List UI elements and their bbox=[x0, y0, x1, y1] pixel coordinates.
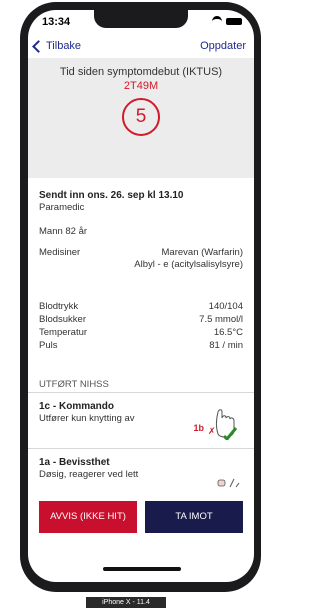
back-button[interactable]: Tilbake bbox=[32, 39, 82, 53]
time-value: 2T49M bbox=[123, 80, 159, 92]
nav-bar: Tilbake Oppdater bbox=[28, 36, 254, 58]
vital-label-glucose: Blodsukker bbox=[39, 314, 86, 325]
action-bar: AVVIS (IKKE HIT) TA IMOT bbox=[28, 493, 254, 541]
svg-text:✗: ✗ bbox=[208, 427, 216, 437]
nihss-item-title: 1a - Bevissthet bbox=[39, 457, 110, 468]
patient-info: Mann 82 år bbox=[39, 226, 88, 237]
vital-value-pulse: 81 / min bbox=[209, 340, 243, 351]
nihss-item-title: 1c - Kommando bbox=[39, 401, 115, 412]
back-label: Tilbake bbox=[46, 40, 82, 52]
nihss-item-tag: 1b bbox=[193, 423, 204, 433]
medication-1: Marevan (Warfarin) bbox=[161, 247, 243, 258]
report-content[interactable]: Sendt inn ons. 26. sep kl 13.10 Paramedi… bbox=[28, 178, 254, 488]
time-title: Tid siden symptomdebut (IKTUS) bbox=[59, 66, 223, 78]
divider bbox=[28, 392, 254, 393]
vital-value-bp: 140/104 bbox=[208, 301, 243, 312]
medication-label: Medisiner bbox=[39, 247, 81, 258]
status-time: 13:34 bbox=[42, 16, 71, 28]
status-icons bbox=[212, 16, 242, 27]
nihss-item-desc: Utfører kun knytting av bbox=[39, 413, 135, 424]
chevron-left-icon bbox=[32, 39, 45, 53]
vital-value-temp: 16.5°C bbox=[213, 327, 243, 338]
battery-icon bbox=[226, 18, 242, 25]
vital-value-glucose: 7.5 mmol/l bbox=[199, 314, 243, 325]
vital-label-pulse: Puls bbox=[39, 340, 58, 351]
update-button[interactable]: Oppdater bbox=[200, 40, 246, 52]
home-indicator[interactable] bbox=[103, 567, 181, 571]
sender: Paramedic bbox=[39, 202, 85, 213]
nihss-score: 5 bbox=[122, 98, 160, 136]
vital-label-bp: Blodtrykk bbox=[39, 301, 79, 312]
wifi-icon bbox=[212, 16, 222, 27]
eye-icon bbox=[216, 478, 240, 488]
vital-label-temp: Temperatur bbox=[39, 327, 88, 338]
accept-button[interactable]: TA IMOT bbox=[145, 501, 243, 533]
medication-2: Albyl - e (acitylsalisylsyre) bbox=[134, 259, 243, 270]
hand-gesture-icon: ✗ bbox=[208, 404, 240, 442]
nihss-item-desc: Døsig, reagerer ved lett bbox=[39, 469, 139, 480]
reject-button[interactable]: AVVIS (IKKE HIT) bbox=[39, 501, 137, 533]
notch bbox=[94, 10, 188, 28]
nihss-section-title: UTFØRT NIHSS bbox=[39, 379, 109, 390]
divider bbox=[28, 448, 254, 449]
time-header: Tid siden symptomdebut (IKTUS) 2T49M 5 bbox=[28, 58, 254, 178]
screen: 13:34 Tilbake Oppdater Tid siden symptom… bbox=[28, 10, 254, 582]
device-label: iPhone X - 11.4 bbox=[86, 597, 166, 608]
sent-time: Sendt inn ons. 26. sep kl 13.10 bbox=[39, 190, 184, 201]
